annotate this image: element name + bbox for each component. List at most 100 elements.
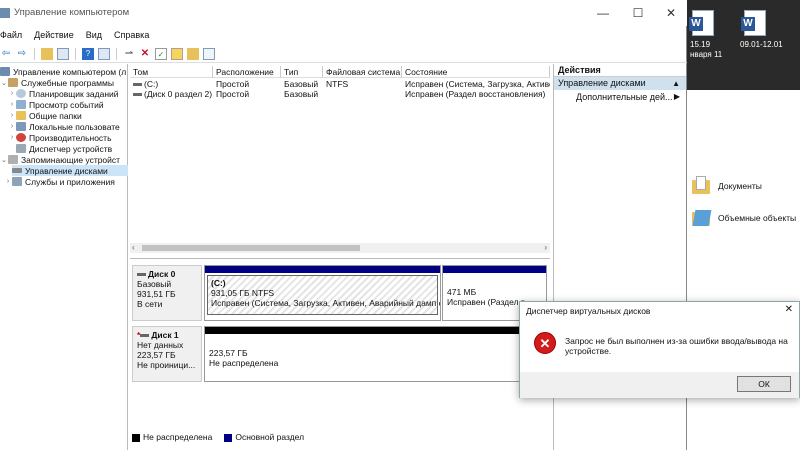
disk-0-label[interactable]: Диск 0 Базовый 931,51 ГБ В сети — [132, 265, 202, 321]
tree-item-shared-folders[interactable]: › Общие папки — [8, 110, 82, 121]
dialog-close-button[interactable]: ✕ — [785, 304, 793, 315]
storage-icon — [8, 155, 18, 164]
volume-row[interactable]: (Диск 0 раздел 2) Простой Базовый Исправ… — [130, 89, 550, 99]
open-folder-icon[interactable] — [187, 47, 199, 60]
show-hide-action-pane-icon[interactable] — [98, 47, 110, 60]
collapse-arrow-icon[interactable]: › — [8, 90, 16, 97]
dialog-message: Запрос не был выполнен из-за ошибки ввод… — [565, 336, 788, 356]
scrollbar-thumb[interactable] — [142, 245, 360, 251]
tree-item-device-manager[interactable]: Диспетчер устройств — [16, 143, 112, 154]
tree-item-task-scheduler[interactable]: › Планировщик заданий — [8, 88, 119, 99]
toolbar-separator — [116, 47, 117, 60]
column-header-volume[interactable]: Том — [130, 66, 213, 78]
close-button[interactable]: ✕ — [656, 4, 686, 22]
column-header-filesystem[interactable]: Файловая система — [323, 66, 402, 78]
dialog-body: ✕ Запрос не был выполнен из-за ошибки вв… — [520, 320, 799, 372]
desktop-item-label: 15.19 — [690, 40, 711, 49]
folder-up-icon[interactable] — [41, 47, 53, 60]
users-icon — [16, 122, 26, 131]
expand-arrow-icon[interactable]: ⌄ — [0, 156, 8, 164]
scroll-left-icon[interactable]: ‹ — [132, 243, 135, 253]
title-bar[interactable]: Управление компьютером — ☐ ✕ — [0, 0, 687, 26]
toolbar-separator — [75, 47, 76, 60]
collapse-triangle-icon[interactable]: ▲ — [672, 77, 680, 90]
collapse-arrow-icon[interactable]: › — [8, 134, 16, 141]
actions-more-item[interactable]: Дополнительные дей... ▶ — [554, 90, 686, 104]
services-icon — [12, 177, 22, 186]
folder-documents[interactable]: Документы — [692, 176, 762, 196]
submenu-arrow-icon: ▶ — [673, 92, 680, 101]
desktop-item-label: нваря 11 — [690, 50, 723, 59]
error-icon: ✕ — [534, 332, 556, 354]
column-header-type[interactable]: Тип — [281, 66, 323, 78]
3d-objects-folder-icon — [692, 208, 712, 228]
minimize-button[interactable]: — — [588, 4, 618, 22]
computer-icon — [0, 67, 10, 76]
legend-primary: Основной раздел — [224, 432, 304, 442]
menu-file[interactable]: Файл — [0, 30, 22, 44]
collapse-arrow-icon[interactable]: › — [8, 112, 16, 119]
ok-button[interactable]: ОК — [737, 376, 791, 392]
horizontal-scrollbar[interactable]: ‹ › — [130, 243, 550, 253]
tree-item-local-users[interactable]: › Локальные пользовате — [8, 121, 120, 132]
actions-title: Действия — [554, 64, 686, 77]
collapse-arrow-icon[interactable]: › — [4, 178, 12, 185]
column-header-status[interactable]: Состояние — [402, 66, 550, 78]
tree-item-services-apps[interactable]: › Службы и приложения — [4, 176, 115, 187]
expand-arrow-icon[interactable]: ⌄ — [0, 79, 8, 87]
menu-action[interactable]: Действие — [34, 30, 74, 44]
disk-1-label[interactable]: * Диск 1 Нет данных 223,57 ГБ Не проиници… — [132, 326, 202, 382]
help-icon[interactable]: ? — [82, 47, 94, 60]
menu-view[interactable]: Вид — [86, 30, 102, 44]
forward-arrow-icon[interactable]: ⇨ — [16, 48, 28, 60]
desktop-item-label: 09.01-12.01 — [740, 40, 783, 49]
tools-icon — [8, 78, 18, 87]
partition-c[interactable]: (C:) 931,05 ГБ NTFS Исправен (Система, З… — [204, 265, 441, 321]
back-arrow-icon[interactable]: ⇦ — [0, 48, 12, 60]
volume-list: Том Расположение Тип Файловая система Со… — [130, 64, 550, 259]
actions-section-disk-management[interactable]: Управление дисками ▲ — [554, 77, 686, 90]
tree-item-event-viewer[interactable]: › Просмотр событий — [8, 99, 104, 110]
desktop-wallpaper: W W 15.19 нваря 11 09.01-12.01 — [686, 0, 800, 90]
word-document-icon[interactable]: W — [741, 10, 766, 36]
tree-item-disk-management[interactable]: Управление дисками — [12, 165, 128, 176]
collapse-arrow-icon[interactable]: › — [8, 123, 16, 130]
tree-item-storage[interactable]: ⌄ Запоминающие устройст — [0, 154, 120, 165]
volume-row[interactable]: (C:) Простой Базовый NTFS Исправен (Сист… — [130, 79, 550, 89]
collapse-arrow-icon[interactable]: › — [8, 101, 16, 108]
clock-icon — [16, 89, 26, 98]
check-icon[interactable]: ✓ — [155, 47, 167, 60]
partition-unallocated[interactable]: 223,57 ГБ Не распределена — [204, 326, 547, 382]
console-tree: Управление компьютером (л ⌄ Служебные пр… — [0, 64, 128, 450]
scroll-right-icon[interactable]: › — [544, 243, 547, 253]
device-manager-icon — [16, 144, 26, 153]
column-header-layout[interactable]: Расположение — [213, 66, 281, 78]
disk-icon — [140, 334, 150, 338]
volume-icon — [133, 83, 142, 87]
dialog-footer: ОК — [520, 372, 799, 398]
folder-3d-objects[interactable]: Объемные объекты — [692, 208, 796, 228]
tree-item-computer-management[interactable]: Управление компьютером (л — [0, 66, 126, 77]
error-dialog: Диспетчер виртуальных дисков ✕ ✕ Запрос … — [519, 301, 800, 398]
delete-icon[interactable]: ✕ — [139, 48, 151, 60]
legend-unallocated: Не распределена — [132, 432, 212, 442]
connect-icon[interactable]: ⇀ — [123, 48, 135, 60]
menu-bar: Файл Действие Вид Справка — [0, 30, 149, 44]
window-title: Управление компьютером — [14, 7, 130, 18]
show-hide-console-tree-icon[interactable] — [57, 47, 69, 60]
volume-list-header: Том Расположение Тип Файловая система Со… — [130, 66, 550, 78]
documents-folder-icon — [692, 176, 712, 196]
disk-icon — [12, 168, 22, 173]
properties-icon[interactable] — [171, 47, 183, 60]
volume-icon — [133, 93, 142, 97]
toolbar-separator — [34, 47, 35, 60]
tree-item-performance[interactable]: › Производительность — [8, 132, 112, 143]
maximize-button[interactable]: ☐ — [623, 4, 653, 22]
disk-graphical-view: Диск 0 Базовый 931,51 ГБ В сети (C:) 931… — [130, 262, 550, 450]
toolbar: ⇦ ⇨ ? ⇀ ✕ ✓ — [0, 45, 687, 63]
list-view-icon[interactable] — [203, 47, 215, 60]
menu-help[interactable]: Справка — [114, 30, 149, 44]
disk-icon — [137, 273, 146, 277]
tree-item-system-tools[interactable]: ⌄ Служебные программы — [0, 77, 114, 88]
word-document-icon[interactable]: W — [689, 10, 714, 36]
